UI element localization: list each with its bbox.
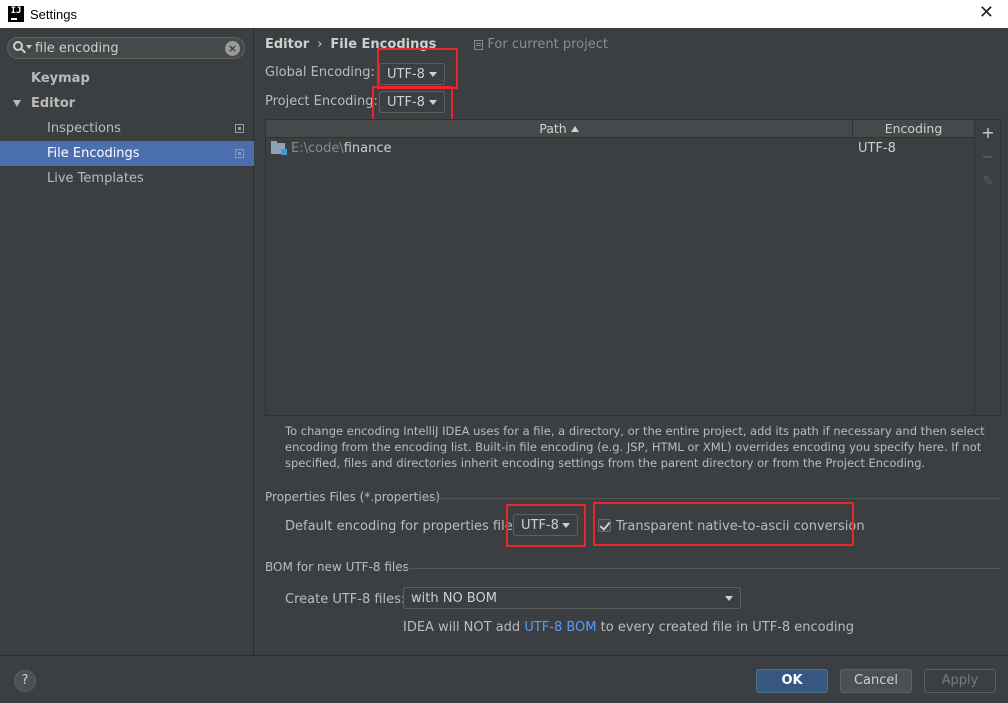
dialog-footer: ? OK Cancel Apply — [0, 655, 1008, 703]
expand-arrow-icon[interactable] — [13, 100, 21, 107]
cancel-button[interactable]: Cancel — [840, 669, 912, 693]
sidebar-item-label: Keymap — [31, 71, 90, 86]
sidebar-item-keymap[interactable]: Keymap — [0, 66, 254, 91]
path-prefix: E:\code\ — [291, 140, 344, 156]
search-icon[interactable] — [13, 41, 32, 55]
row-encoding[interactable]: UTF-8 — [858, 141, 896, 156]
bom-note-suffix: to every created file in UTF-8 encoding — [596, 620, 854, 635]
file-encodings-panel: Editor › File Encodings For current proj… — [255, 28, 1008, 655]
column-header-path[interactable]: Path — [266, 120, 853, 137]
group-divider — [421, 498, 1001, 499]
dropdown-arrow-icon — [725, 595, 733, 601]
column-header-label: Path — [539, 121, 567, 136]
clear-search-icon[interactable]: × — [225, 40, 240, 56]
annotation-highlight-box — [593, 502, 854, 546]
create-utf8-files-dropdown[interactable]: with NO BOM — [403, 587, 741, 609]
sidebar-item-editor[interactable]: Editor — [0, 91, 254, 116]
sidebar-item-label: Editor — [31, 96, 76, 111]
group-divider — [400, 568, 1001, 569]
encoding-help-text: To change encoding IntelliJ IDEA uses fo… — [285, 424, 985, 470]
properties-default-encoding-label: Default encoding for properties files: — [285, 519, 524, 534]
sidebar-item-label: File Encodings — [47, 146, 140, 161]
app-icon-text: IJ — [10, 6, 22, 16]
ok-button[interactable]: OK — [756, 669, 828, 693]
sidebar-item-inspections[interactable]: Inspections — [0, 116, 254, 141]
scope-text: For current project — [487, 37, 608, 52]
title-bar: IJ Settings ✕ — [0, 0, 1008, 28]
dropdown-value: with NO BOM — [411, 590, 497, 606]
help-icon[interactable]: ? — [14, 670, 36, 692]
module-folder-icon — [271, 140, 287, 155]
scope-note: For current project — [474, 37, 608, 52]
create-utf8-files-label: Create UTF-8 files: — [285, 592, 406, 607]
sidebar-item-label: Live Templates — [47, 171, 144, 186]
breadcrumb-separator: › — [317, 37, 323, 52]
properties-group-title: Properties Files (*.properties) — [265, 490, 441, 504]
path-name: finance — [343, 140, 392, 156]
utf8-bom-link[interactable]: UTF-8 BOM — [524, 620, 596, 635]
path-encoding-table: Path Encoding E:\code\ finance UTF-8 — [265, 119, 975, 416]
bom-note-prefix: IDEA will NOT add — [403, 620, 525, 635]
sidebar-item-label: Inspections — [47, 121, 121, 136]
remove-icon[interactable]: − — [981, 149, 995, 165]
bom-note: IDEA will NOT add UTF-8 BOM to every cre… — [403, 620, 854, 635]
annotation-highlight-box — [377, 48, 458, 89]
project-scope-icon — [235, 124, 244, 133]
bom-group-title: BOM for new UTF-8 files — [265, 560, 409, 574]
intellij-app-icon: IJ — [8, 6, 24, 22]
edit-icon[interactable]: ✎ — [981, 175, 995, 189]
sort-ascending-icon — [570, 126, 579, 132]
table-row[interactable]: E:\code\ finance UTF-8 — [266, 138, 974, 158]
project-encoding-label: Project Encoding: — [265, 94, 378, 109]
window-title: Settings — [30, 6, 77, 22]
annotation-highlight-box — [506, 504, 586, 547]
close-icon[interactable]: ✕ — [979, 4, 994, 22]
settings-search-input[interactable]: file encoding × — [7, 37, 245, 59]
add-icon[interactable]: + — [981, 125, 995, 141]
apply-button[interactable]: Apply — [924, 669, 996, 693]
settings-tree: Keymap Editor Inspections File Encodings… — [0, 66, 254, 191]
column-header-encoding[interactable]: Encoding — [853, 120, 974, 137]
project-scope-icon — [474, 39, 484, 50]
table-toolbar: + − ✎ — [975, 119, 1001, 416]
sidebar-item-file-encodings[interactable]: File Encodings — [0, 141, 254, 166]
breadcrumb-editor: Editor — [265, 37, 310, 52]
search-input-value[interactable]: file encoding — [35, 41, 225, 56]
settings-sidebar: file encoding × Keymap Editor Inspection… — [0, 28, 254, 655]
sidebar-item-live-templates[interactable]: Live Templates — [0, 166, 254, 191]
global-encoding-label: Global Encoding: — [265, 65, 375, 80]
table-header: Path Encoding — [266, 120, 974, 138]
project-scope-icon — [235, 149, 244, 158]
